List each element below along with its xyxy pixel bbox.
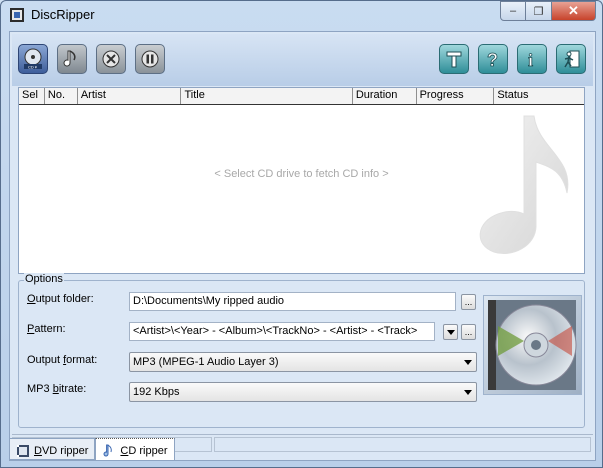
tab-dvd-ripper-label: DVD ripper — [34, 444, 89, 457]
close-icon: ✕ — [568, 3, 579, 18]
tab-cd-ripper[interactable]: CD ripper — [95, 438, 175, 460]
grid-empty-message: < Select CD drive to fetch CD info > — [214, 168, 389, 180]
output-format-value: MP3 (MPEG-1 Audio Layer 3) — [133, 356, 279, 368]
col-header-duration[interactable]: Duration — [353, 88, 417, 104]
cd-drive-icon: CD ▾ — [24, 48, 42, 70]
help-icon: ? — [487, 50, 499, 70]
cd-drive-button[interactable]: CD ▾ — [18, 44, 48, 74]
help-button[interactable]: ? — [478, 44, 508, 74]
chevron-down-icon — [464, 360, 472, 365]
music-note-icon — [63, 50, 76, 67]
tools-icon — [446, 51, 462, 68]
info-icon: i — [528, 50, 534, 70]
svg-text:?: ? — [487, 50, 498, 70]
col-header-title[interactable]: Title — [181, 88, 353, 104]
col-header-sel[interactable]: Sel — [19, 88, 45, 104]
film-icon — [17, 444, 29, 457]
output-format-select[interactable]: MP3 (MPEG-1 Audio Layer 3) — [129, 352, 477, 372]
info-button[interactable]: i — [517, 44, 547, 74]
output-folder-label: Output folder: — [27, 293, 94, 305]
status-bar-segment — [214, 437, 591, 452]
maximize-button[interactable]: ❐ — [526, 1, 552, 21]
options-legend: Options — [24, 273, 64, 285]
mp3-bitrate-value: 192 Kbps — [133, 386, 180, 398]
svg-text:i: i — [528, 50, 533, 70]
cd-disc-icon — [488, 300, 577, 390]
tab-dvd-ripper[interactable]: DVD ripper — [9, 438, 96, 460]
close-button[interactable]: ✕ — [552, 1, 596, 21]
tab-cd-ripper-label: CD ripper — [120, 445, 168, 457]
cancel-button[interactable] — [96, 44, 126, 74]
output-format-label: Output format: — [27, 354, 98, 366]
grid-header: Sel No. Artist Title Duration Progress S… — [19, 88, 584, 105]
col-header-no[interactable]: No. — [45, 88, 78, 104]
svg-text:CD ▾: CD ▾ — [28, 65, 37, 70]
col-header-artist[interactable]: Artist — [78, 88, 182, 104]
rip-button[interactable] — [57, 44, 87, 74]
exit-icon — [564, 50, 580, 68]
mp3-bitrate-select[interactable]: 192 Kbps — [129, 382, 477, 402]
chevron-down-icon — [464, 390, 472, 395]
track-grid[interactable]: Sel No. Artist Title Duration Progress S… — [18, 87, 585, 274]
title-bar: DiscRipper – ❐ ✕ — [1, 1, 602, 29]
pattern-label: Pattern: — [27, 323, 66, 335]
pattern-browse-button[interactable]: ... — [461, 324, 476, 340]
window-title: DiscRipper — [31, 7, 95, 22]
pause-icon — [141, 50, 159, 68]
tools-button[interactable] — [439, 44, 469, 74]
music-note-watermark-icon — [479, 115, 569, 254]
output-folder-field[interactable]: D:\Documents\My ripped audio — [129, 292, 456, 311]
cd-case-image — [483, 295, 582, 395]
exit-button[interactable] — [556, 44, 586, 74]
app-window: DiscRipper – ❐ ✕ CD ▾ ? i Sel No. Artist… — [0, 0, 603, 468]
bottom-tab-strip: DVD ripper CD ripper — [9, 438, 175, 462]
output-folder-browse-button[interactable]: ... — [461, 294, 476, 310]
client-area: CD ▾ ? i Sel No. Artist Title Duration P… — [9, 31, 596, 461]
disc-ripper-app-icon — [10, 8, 24, 22]
minimize-icon: – — [509, 5, 517, 17]
music-note-icon — [103, 444, 113, 457]
pause-button[interactable] — [135, 44, 165, 74]
pattern-dropdown-button[interactable] — [443, 324, 458, 340]
col-header-status[interactable]: Status — [494, 88, 584, 104]
pattern-field[interactable]: <Artist>\<Year> - <Album>\<TrackNo> - <A… — [129, 322, 435, 341]
minimize-button[interactable]: – — [500, 1, 526, 21]
toolbar: CD ▾ ? i — [12, 34, 593, 86]
cancel-icon — [102, 50, 120, 68]
col-header-progress[interactable]: Progress — [417, 88, 495, 104]
options-group: Options Output folder: D:\Documents\My r… — [18, 273, 585, 428]
maximize-icon: ❐ — [533, 5, 544, 18]
mp3-bitrate-label: MP3 bitrate: — [27, 383, 87, 395]
